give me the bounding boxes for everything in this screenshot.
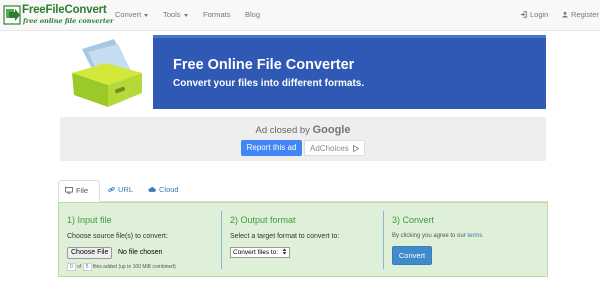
- nav-convert-label: Convert: [115, 10, 142, 19]
- banner-subtitle: Convert your files into different format…: [173, 78, 365, 89]
- logo-mark-icon: [3, 5, 21, 25]
- input-source-tabs: File URL Cloud: [58, 180, 548, 202]
- tab-cloud-label: Cloud: [159, 185, 179, 194]
- files-note: files added (up to 100 MiB combined): [92, 264, 176, 270]
- chevron-down-icon: [144, 13, 149, 17]
- ad-closed-label: Ad closed by: [255, 125, 310, 136]
- user-icon: [562, 11, 568, 18]
- terms-prefix: By clicking you agree to our: [392, 233, 466, 239]
- terms-link[interactable]: terms: [467, 233, 482, 239]
- tab-url[interactable]: URL: [102, 180, 139, 202]
- top-navbar: FreeFileConvert free online file convert…: [0, 0, 600, 31]
- files-max: 5: [82, 263, 92, 271]
- nav-tools-dropdown[interactable]: Tools: [163, 10, 188, 19]
- cloud-icon: [148, 187, 156, 192]
- output-step-title: 2) Output format: [230, 215, 296, 225]
- logo-title: FreeFileConvert: [22, 4, 107, 16]
- select-arrows-icon: [282, 248, 287, 255]
- adchoices-button[interactable]: AdChoices: [304, 140, 365, 156]
- banner-stripe: [153, 35, 546, 38]
- files-added-counter: 0 of 5 files added (up to 100 MiB combin…: [67, 263, 176, 271]
- nav-formats-link[interactable]: Formats: [203, 10, 231, 19]
- login-icon: [520, 11, 527, 18]
- tab-url-label: URL: [118, 185, 134, 194]
- link-icon: [108, 187, 115, 192]
- converter-panel: 1) Input file Choose source file(s) to c…: [58, 202, 548, 277]
- ad-closed-text: Ad closed by Google: [60, 124, 546, 136]
- convert-button[interactable]: Convert: [392, 246, 432, 265]
- tab-file-label: File: [76, 186, 89, 195]
- input-step-instruction: Choose source file(s) to convert:: [67, 233, 168, 240]
- login-link[interactable]: Login: [520, 10, 548, 19]
- files-count: 0: [67, 263, 76, 271]
- nav-blog-link[interactable]: Blog: [245, 10, 260, 19]
- files-of-text: of: [77, 264, 82, 270]
- monitor-icon: [65, 187, 73, 194]
- tab-cloud[interactable]: Cloud: [142, 180, 185, 202]
- file-box-illustration: [72, 39, 142, 107]
- output-step-instruction: Select a target format to convert to:: [230, 233, 340, 240]
- nav-convert-dropdown[interactable]: Convert: [115, 10, 149, 19]
- tab-file[interactable]: File: [58, 180, 100, 202]
- report-ad-button[interactable]: Report this ad: [241, 140, 302, 156]
- register-link[interactable]: Register: [562, 10, 599, 19]
- adchoices-label: AdChoices: [310, 144, 349, 153]
- banner-illustration-area: [60, 35, 153, 109]
- google-brand: Google: [312, 124, 351, 136]
- choose-file-button[interactable]: Choose File: [67, 247, 113, 259]
- site-logo[interactable]: FreeFileConvert free online file convert…: [3, 3, 113, 28]
- terms-notice: By clicking you agree to our terms: [392, 233, 482, 239]
- banner-title: Free Online File Converter: [173, 57, 355, 73]
- no-file-chosen-text: No file chosen: [118, 249, 163, 256]
- input-step-title: 1) Input file: [67, 215, 112, 225]
- convert-step-title: 3) Convert: [392, 215, 435, 225]
- convert-step: 3) Convert By clicking you agree to our …: [384, 203, 547, 276]
- ad-closed-box: Ad closed by Google Report this ad AdCho…: [60, 117, 546, 161]
- register-label: Register: [571, 10, 599, 19]
- adchoices-play-icon: [353, 144, 360, 153]
- chevron-down-icon: [183, 13, 188, 17]
- output-format-select[interactable]: Convert files to:: [230, 247, 290, 258]
- output-format-selected: Convert files to:: [233, 249, 279, 256]
- logo-tagline: free online file converter: [23, 17, 114, 25]
- input-file-step: 1) Input file Choose source file(s) to c…: [59, 203, 221, 276]
- login-label: Login: [530, 10, 549, 19]
- hero-banner: Free Online File Converter Convert your …: [60, 35, 546, 109]
- output-format-step: 2) Output format Select a target format …: [222, 203, 383, 276]
- nav-tools-label: Tools: [163, 10, 181, 19]
